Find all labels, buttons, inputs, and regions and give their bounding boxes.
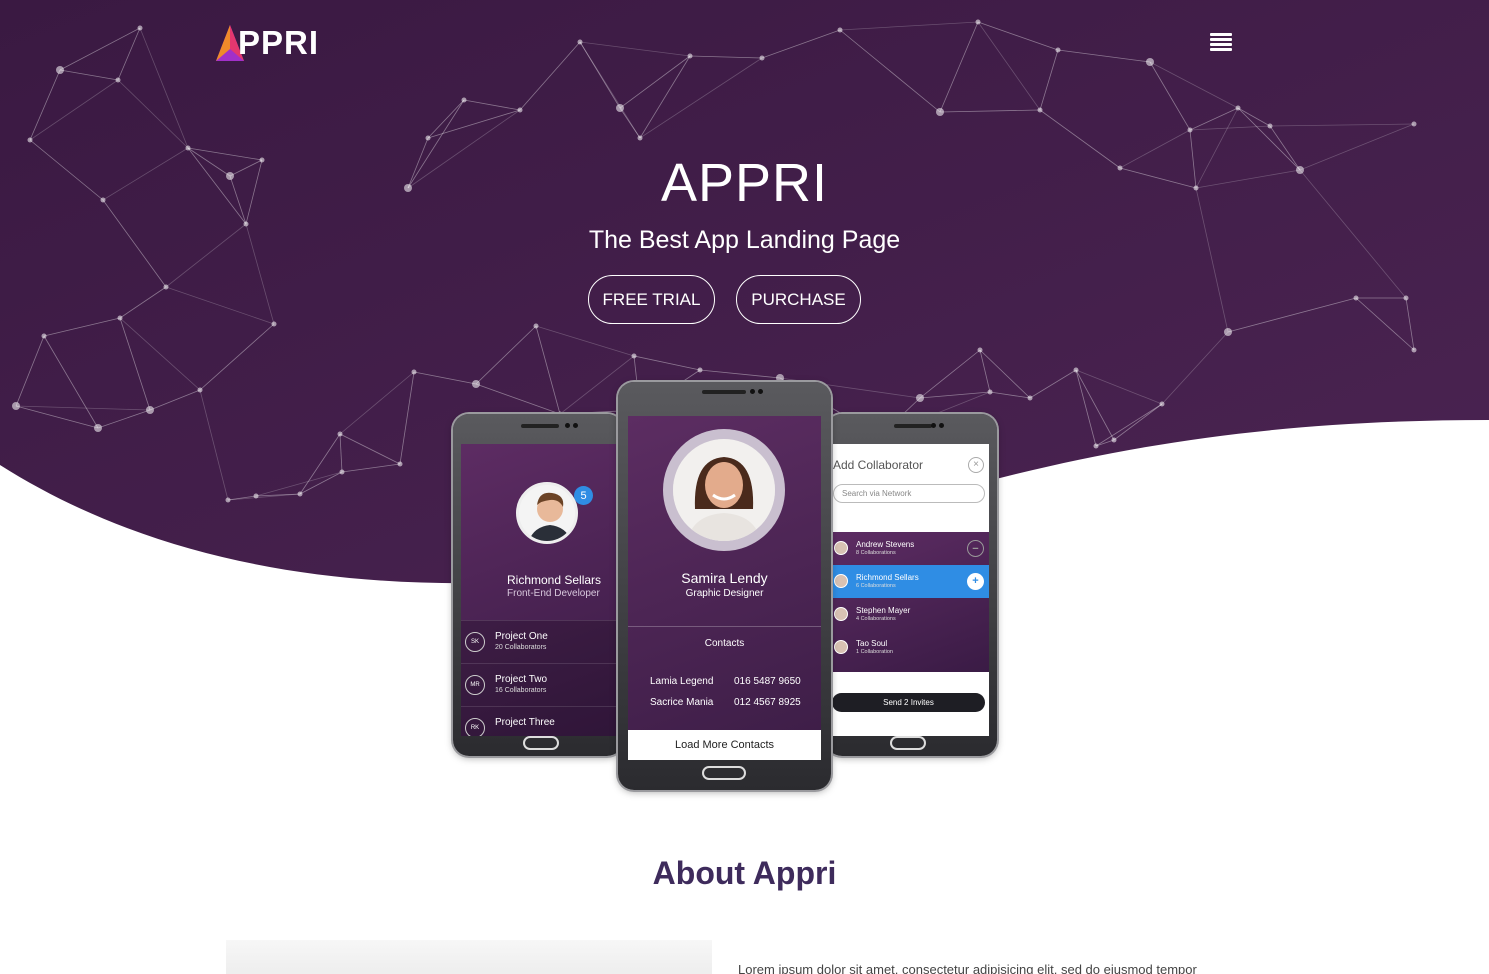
collaborator-name: Richmond Sellars: [856, 573, 919, 582]
profile-role: Graphic Designer: [685, 588, 764, 599]
phone-camera: [565, 423, 570, 428]
phone-camera: [750, 389, 755, 394]
about-image: [226, 940, 712, 974]
phone-speaker: [894, 424, 932, 428]
remove-circle-icon[interactable]: −: [967, 540, 984, 557]
about-title: About Appri: [652, 855, 837, 891]
project-list-item[interactable]: SK Project One 20 Collaborators: [461, 620, 623, 663]
contact-phone: 012 4567 8925: [734, 697, 801, 708]
divider: [628, 626, 821, 627]
phone-speaker: [521, 424, 559, 428]
profile-avatar: [663, 429, 785, 551]
collaborator-row[interactable]: Tao Soul 1 Collaboration: [831, 631, 989, 664]
collaborator-name: Stephen Mayer: [856, 606, 911, 615]
project-title: Project One: [495, 631, 548, 642]
phone-camera: [573, 423, 578, 428]
hamburger-icon[interactable]: [1210, 33, 1232, 51]
phone-camera: [939, 423, 944, 428]
profile-role: Front-End Developer: [507, 588, 600, 599]
collaborator-row[interactable]: Andrew Stevens 8 Collaborations −: [831, 532, 989, 565]
collaborator-meta: 6 Collaborations: [856, 583, 896, 589]
contact-phone: 016 5487 9650: [734, 676, 801, 687]
profile-name: Richmond Sellars: [507, 573, 602, 587]
avatar: [834, 574, 848, 588]
collaborator-name: Tao Soul: [856, 639, 888, 648]
contacts-heading: Contacts: [704, 638, 745, 649]
phone-right-screen: Add Collaborator × Search via Network An…: [831, 444, 989, 736]
network-search-input[interactable]: Search via Network: [833, 484, 985, 503]
profile-avatar: [516, 482, 578, 544]
contact-row[interactable]: Lamia Legend 016 5487 9650: [628, 672, 821, 693]
phone-left-screen: 5 Richmond Sellars Front-End Developer S…: [461, 444, 623, 736]
brand-logo[interactable]: PPRI: [212, 22, 319, 64]
collaborator-meta: 8 Collaborations: [856, 550, 896, 556]
collaborator-name: Andrew Stevens: [856, 540, 915, 549]
hero-title: APPRI: [660, 153, 829, 213]
profile-name: Samira Lendy: [681, 570, 768, 586]
project-list-item[interactable]: RK Project Three: [461, 706, 623, 736]
hero-subtitle: The Best App Landing Page: [588, 226, 901, 254]
contact-name: Lamia Legend: [650, 676, 714, 687]
notification-badge: 5: [574, 486, 593, 505]
phone-mockup-left: 5 Richmond Sellars Front-End Developer S…: [453, 414, 623, 756]
home-button: [702, 766, 746, 780]
send-invites-button[interactable]: Send 2 Invites: [832, 693, 985, 712]
contact-row[interactable]: Sacrice Mania 012 4567 8925: [628, 693, 821, 714]
collaborator-row[interactable]: Stephen Mayer 4 Collaborations: [831, 598, 989, 631]
project-initials: SK: [465, 632, 485, 652]
project-title: Project Two: [495, 674, 548, 685]
project-initials: RK: [465, 718, 485, 736]
load-more-contacts-button[interactable]: Load More Contacts: [628, 730, 821, 760]
contact-name: Sacrice Mania: [650, 697, 714, 708]
logo-text: PPRI: [238, 24, 320, 61]
avatar: [834, 541, 848, 555]
phone-mockup-center: Samira Lendy Graphic Designer Contacts L…: [618, 382, 831, 790]
project-meta: 20 Collaborators: [495, 644, 547, 651]
project-list-item[interactable]: MR Project Two 16 Collaborators: [461, 663, 623, 706]
close-circle-icon[interactable]: ×: [968, 457, 984, 473]
project-title: Project Three: [495, 717, 555, 728]
add-collaborator-title: Add Collaborator: [833, 458, 924, 472]
avatar: [834, 607, 848, 621]
collaborator-row[interactable]: Richmond Sellars 6 Collaborations +: [831, 565, 989, 598]
phone-camera: [931, 423, 936, 428]
phone-center-screen: Samira Lendy Graphic Designer Contacts L…: [628, 416, 821, 760]
project-initials: MR: [465, 675, 485, 695]
landing-page: PPRI APPRI The Best App Landing Page FRE…: [0, 0, 1489, 974]
phone-camera: [758, 389, 763, 394]
free-trial-button[interactable]: FREE TRIAL: [588, 275, 715, 324]
avatar: [834, 640, 848, 654]
home-button: [523, 736, 559, 750]
home-button: [890, 736, 926, 750]
collaborator-meta: 4 Collaborations: [856, 616, 896, 622]
purchase-button[interactable]: PURCHASE: [736, 275, 861, 324]
collaborator-meta: 1 Collaboration: [856, 649, 893, 655]
phone-mockup-right: Add Collaborator × Search via Network An…: [826, 414, 997, 756]
project-meta: 16 Collaborators: [495, 687, 547, 694]
about-text: Lorem ipsum dolor sit amet, consectetur …: [738, 962, 1197, 974]
phone-speaker: [702, 390, 746, 394]
add-circle-icon[interactable]: +: [967, 573, 984, 590]
